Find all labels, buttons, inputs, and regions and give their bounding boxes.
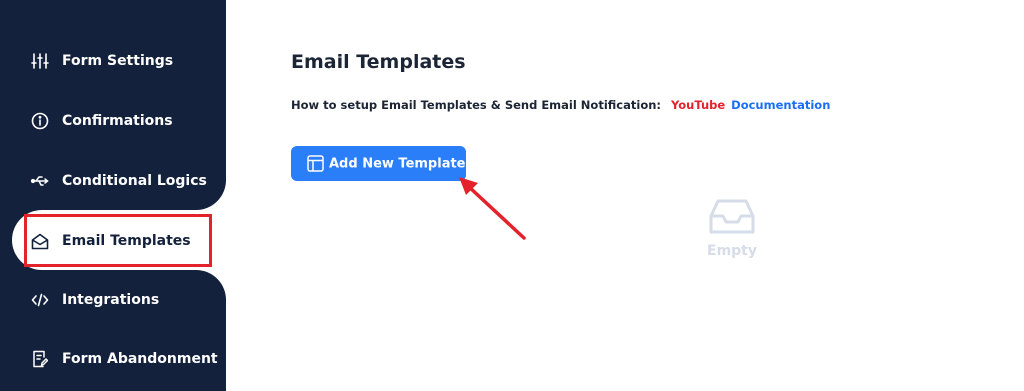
sidebar-item-integrations[interactable]: Integrations — [0, 270, 226, 330]
empty-state-label: Empty — [707, 243, 757, 259]
clipboard-edit-icon — [30, 349, 50, 369]
sidebar-item-label: Form Abandonment — [62, 351, 218, 367]
sidebar-item-label: Conditional Logics — [62, 173, 207, 189]
code-icon — [30, 290, 50, 310]
sliders-icon — [30, 51, 50, 71]
sidebar-item-label: Email Templates — [62, 233, 191, 249]
sidebar-item-label: Form Settings — [62, 53, 174, 69]
add-new-template-button[interactable]: Add New Template — [291, 146, 466, 181]
envelope-open-icon — [30, 231, 50, 251]
empty-inbox-icon — [709, 199, 755, 234]
sidebar-item-label: Integrations — [62, 292, 160, 308]
sidebar-item-form-settings[interactable]: Form Settings — [0, 31, 226, 91]
usb-icon — [30, 171, 50, 191]
sidebar-item-email-templates[interactable]: Email Templates — [0, 211, 226, 271]
help-line: How to setup Email Templates & Send Emai… — [291, 97, 830, 113]
info-circle-icon — [30, 111, 50, 131]
documentation-link[interactable]: Documentation — [731, 98, 830, 112]
annotation-arrow — [459, 177, 526, 240]
page-title: Email Templates — [291, 51, 466, 73]
youtube-link[interactable]: YouTube — [671, 98, 725, 112]
sidebar-item-label: Confirmations — [62, 113, 173, 129]
sidebar-item-conditional-logics[interactable]: Conditional Logics — [0, 151, 226, 211]
template-layout-icon — [307, 155, 324, 172]
add-new-template-label: Add New Template — [329, 156, 466, 171]
help-text: How to setup Email Templates & Send Emai… — [291, 98, 661, 112]
sidebar-item-confirmations[interactable]: Confirmations — [0, 91, 226, 151]
sidebar-item-form-abandonment[interactable]: Form Abandonment — [0, 329, 226, 389]
